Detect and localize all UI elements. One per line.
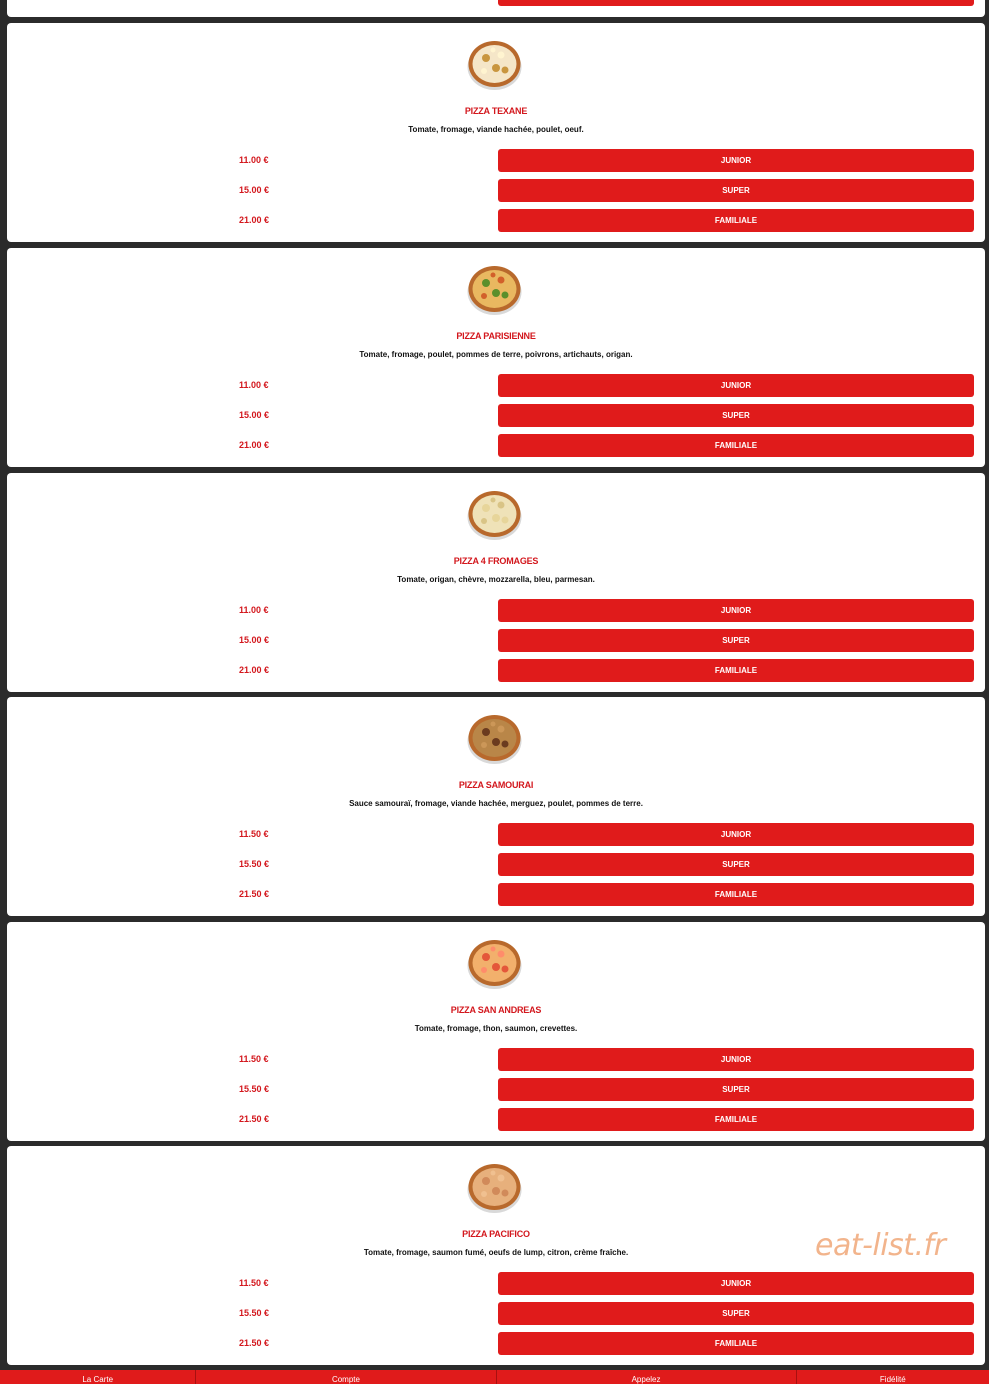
pizza-description: Sauce samouraï, fromage, viande hachée, … — [349, 799, 643, 808]
nav-compte[interactable]: Compte — [196, 1370, 497, 1384]
size-button-familiale[interactable]: FAMILIALE — [498, 883, 974, 906]
size-button-junior[interactable]: JUNIOR — [498, 1272, 974, 1295]
size-row: 15.00 € SUPER — [7, 629, 985, 653]
size-price: 21.00 € — [239, 665, 270, 675]
size-price: 15.00 € — [239, 410, 270, 420]
size-price: 11.50 € — [239, 829, 269, 839]
size-row: 21.00 € FAMILIALE — [7, 434, 985, 458]
pizza-name: PIZZA PARISIENNE — [456, 331, 536, 341]
pizza-description: Tomate, fromage, viande hachée, poulet, … — [408, 125, 584, 134]
menu-card: PIZZA 4 FROMAGES Tomate, origan, chèvre, … — [7, 473, 985, 692]
size-price: 21.50 € — [239, 1114, 270, 1124]
pizza-4-fromages-icon — [466, 487, 523, 542]
size-button-super[interactable]: SUPER — [498, 404, 974, 427]
size-price: 21.00 € — [239, 215, 270, 225]
pizza-samourai-icon — [466, 711, 523, 766]
size-row: 11.00 € JUNIOR — [7, 599, 985, 623]
size-row: 15.50 € SUPER — [7, 853, 985, 877]
pizza-name: PIZZA 4 FROMAGES — [453, 556, 539, 566]
size-price: 11.00 € — [239, 380, 269, 390]
size-price: 21.00 € — [239, 440, 270, 450]
size-button-junior[interactable]: JUNIOR — [498, 374, 974, 397]
menu-card: PIZZA SAMOURAI Sauce samouraï, fromage, v… — [7, 697, 985, 916]
size-row: 11.50 € JUNIOR — [7, 1272, 985, 1296]
size-button-familiale[interactable]: FAMILIALE — [498, 1108, 974, 1131]
size-price: 15.50 € — [239, 1084, 270, 1094]
size-row: 11.00 € JUNIOR — [7, 149, 985, 173]
size-price: 15.00 € — [239, 185, 270, 195]
bottom-nav: La Carte Compte Appelez Fidélité — [0, 1370, 989, 1384]
pizza-san-andreas-icon — [466, 936, 523, 991]
menu-card: PIZZA PARISIENNE Tomate, fromage, poulet,… — [7, 248, 985, 467]
pizza-parisienne-icon — [466, 262, 523, 317]
size-row: 21.00 € FAMILIALE — [7, 209, 985, 233]
nav-la-carte[interactable]: La Carte — [0, 1370, 197, 1384]
size-price: 11.00 € — [239, 605, 269, 615]
size-button-familiale[interactable]: FAMILIALE — [498, 209, 974, 232]
nav-fidelite[interactable]: Fidélité — [797, 1370, 989, 1384]
size-row: 11.50 € JUNIOR — [7, 823, 985, 847]
size-row: 21.00 € FAMILIALE — [7, 659, 985, 683]
size-price: 11.50 € — [239, 1054, 269, 1064]
size-button-super[interactable]: SUPER — [498, 1078, 974, 1101]
size-price: 11.00 € — [239, 155, 269, 165]
size-price: 21.50 € — [239, 1338, 270, 1348]
size-button-junior[interactable]: JUNIOR — [498, 149, 974, 172]
menu-card: PIZZA TEXANE Tomate, fromage, viande hach… — [7, 23, 985, 242]
size-row: 15.50 € SUPER — [7, 1078, 985, 1102]
size-button-junior[interactable]: JUNIOR — [498, 599, 974, 622]
size-row: 15.50 € SUPER — [7, 1302, 985, 1326]
size-button-super[interactable]: SUPER — [498, 629, 974, 652]
size-button-familiale[interactable]: FAMILIALE — [498, 659, 974, 682]
size-button-super[interactable]: SUPER — [498, 853, 974, 876]
size-button-junior[interactable]: JUNIOR — [498, 1048, 974, 1071]
size-row: 11.50 € JUNIOR — [7, 1048, 985, 1072]
pizza-name: PIZZA SAN ANDREAS — [450, 1005, 542, 1015]
size-row: 21.50 € FAMILIALE — [7, 1108, 985, 1132]
size-row: 21.50 € FAMILIALE — [7, 1332, 985, 1356]
size-price: 11.50 € — [239, 1278, 269, 1288]
pizza-texane-icon — [466, 37, 523, 92]
pizza-description: Tomate, fromage, poulet, pommes de terre… — [359, 350, 633, 359]
previous-card-partial — [7, 0, 985, 17]
pizza-description: Tomate, fromage, thon, saumon, crevettes… — [414, 1024, 578, 1033]
size-price: 21.50 € — [239, 889, 270, 899]
menu-card: PIZZA SAN ANDREAS Tomate, fromage, thon, … — [7, 922, 985, 1141]
nav-appelez[interactable]: Appelez — [497, 1370, 797, 1384]
size-price: 15.50 € — [239, 1308, 270, 1318]
size-row: 15.00 € SUPER — [7, 404, 985, 428]
pizza-name: PIZZA SAMOURAI — [458, 780, 534, 790]
pizza-description: Tomate, origan, chèvre, mozzarella, bleu… — [397, 575, 595, 584]
size-price: 15.50 € — [239, 859, 270, 869]
size-row: 15.00 € SUPER — [7, 179, 985, 203]
size-button-familiale[interactable]: FAMILIALE — [498, 434, 974, 457]
previous-size-button[interactable] — [498, 0, 974, 6]
size-row: 21.50 € FAMILIALE — [7, 883, 985, 907]
watermark: eat-list.fr — [815, 1228, 946, 1263]
size-row: 11.00 € JUNIOR — [7, 374, 985, 398]
pizza-pacifico-icon — [466, 1160, 523, 1215]
size-button-super[interactable]: SUPER — [498, 1302, 974, 1325]
size-button-junior[interactable]: JUNIOR — [498, 823, 974, 846]
pizza-name: PIZZA TEXANE — [464, 106, 528, 116]
size-button-super[interactable]: SUPER — [498, 179, 974, 202]
size-button-familiale[interactable]: FAMILIALE — [498, 1332, 974, 1355]
size-price: 15.00 € — [239, 635, 270, 645]
